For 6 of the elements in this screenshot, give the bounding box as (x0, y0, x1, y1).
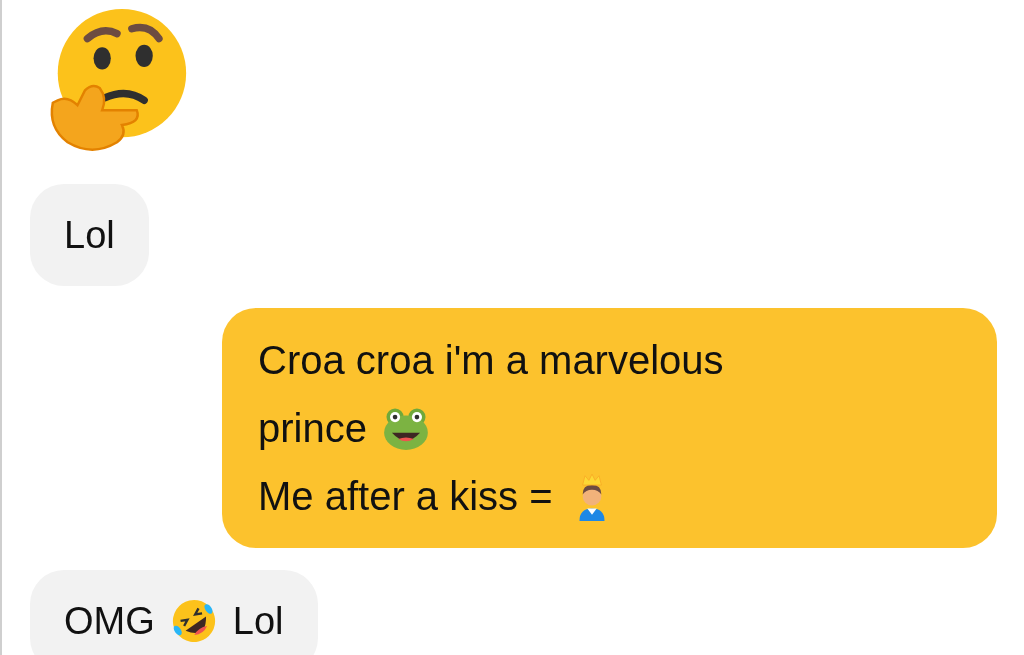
message-text: Me after a kiss = (258, 473, 553, 520)
message-text: Lol (64, 213, 115, 258)
message-text: prince (258, 405, 367, 452)
message-text: Croa croa i'm a marvelous (258, 337, 724, 384)
message-text: OMG (64, 599, 155, 644)
message-text: Lol (232, 599, 284, 644)
